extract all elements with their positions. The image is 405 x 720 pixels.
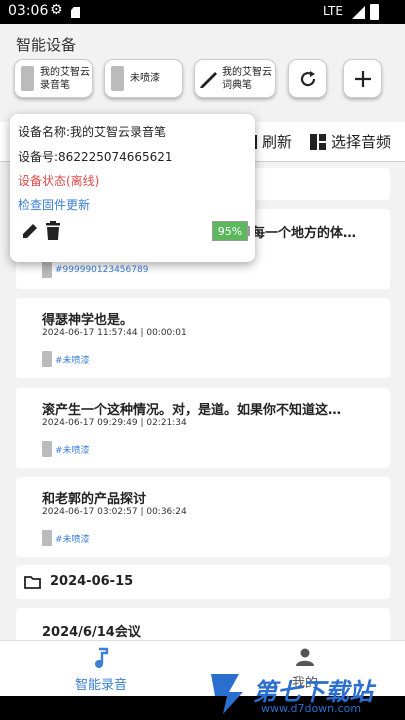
recording-tag[interactable]: #未喷漆 bbox=[42, 351, 90, 367]
section-title: 智能设备 bbox=[16, 36, 77, 54]
grid-icon bbox=[310, 133, 326, 150]
device-button-recorder[interactable]: 我的艾智云录音笔 bbox=[14, 59, 93, 98]
status-time: 03:06 bbox=[8, 3, 49, 19]
add-device-button[interactable] bbox=[343, 59, 382, 98]
person-icon bbox=[296, 648, 314, 666]
recording-title: 得瑟神学也是。 bbox=[42, 313, 134, 328]
device-name-text: 设备名称:我的艾智云录音笔 bbox=[18, 125, 167, 139]
recording-meta: 2024-06-17 03:02:57 | 00:36:24 bbox=[42, 507, 187, 517]
device-label: 我的艾智云词典笔 bbox=[222, 66, 272, 91]
tag-label: #未喷漆 bbox=[55, 534, 90, 545]
recording-title: 2024/6/14会议 bbox=[42, 625, 141, 640]
select-audio-label: 选择音频 bbox=[331, 133, 392, 151]
device-tag-icon bbox=[42, 351, 52, 367]
tag-label: #999990123456789 bbox=[55, 265, 149, 275]
recording-meta: 2024-06-17 11:57:44 | 00:00:01 bbox=[42, 328, 187, 338]
tab-label: 智能录音 bbox=[74, 678, 127, 693]
watermark-mark-icon bbox=[211, 674, 243, 714]
watermark-url: www.d7down.com bbox=[261, 702, 362, 715]
battery-indicator: 95% bbox=[212, 221, 248, 241]
firmware-update-link[interactable]: 检查固件更新 bbox=[18, 196, 90, 213]
device-label: 未喷漆 bbox=[130, 73, 160, 84]
refresh-label: 刷新 bbox=[262, 133, 293, 151]
tag-label: #未喷漆 bbox=[55, 355, 90, 366]
gear-icon: ⚙ bbox=[50, 2, 63, 18]
battery-cap bbox=[248, 226, 250, 236]
list-item[interactable]: 滚产生一个这种情况。对，是道。如果你不知道这… 2024-06-17 09:29… bbox=[16, 388, 390, 468]
network-type: LTE bbox=[323, 4, 343, 18]
device-button-unpainted[interactable]: 未喷漆 bbox=[104, 59, 183, 98]
pen-icon bbox=[200, 71, 217, 88]
plus-icon bbox=[354, 70, 371, 87]
recorder-device-icon bbox=[21, 66, 34, 91]
date-group-label: 2024-06-15 bbox=[50, 574, 134, 589]
folder-icon bbox=[24, 576, 41, 589]
status-bar: 03:06 ⚙ LTE bbox=[0, 0, 405, 24]
device-status-text: 设备状态(离线) bbox=[18, 174, 100, 188]
delete-icon[interactable] bbox=[44, 221, 62, 241]
refresh-icon bbox=[300, 70, 315, 86]
recording-tag[interactable]: #未喷漆 bbox=[42, 530, 90, 546]
watermark-logo: 第七下载站 www.d7down.com bbox=[205, 668, 405, 720]
device-tag-icon bbox=[42, 441, 52, 457]
device-tag-icon bbox=[42, 262, 52, 278]
recording-title: 每一个地方的体… bbox=[252, 226, 357, 241]
device-id-text: 设备号:862225074665621 bbox=[18, 150, 173, 164]
list-item[interactable]: 得瑟神学也是。 2024-06-17 11:57:44 | 00:00:01 #… bbox=[16, 298, 390, 378]
music-note-icon bbox=[95, 647, 109, 668]
device-label: 我的艾智云录音笔 bbox=[40, 66, 90, 91]
recording-meta: 2024-06-17 09:29:49 | 02:21:34 bbox=[42, 418, 187, 428]
recorder-device-icon bbox=[111, 66, 124, 91]
recording-tag[interactable]: #未喷漆 bbox=[42, 441, 90, 457]
list-item[interactable]: 和老郭的产品探讨 2024-06-17 03:02:57 | 00:36:24 … bbox=[16, 477, 390, 557]
recording-tag[interactable]: #999990123456789 bbox=[42, 262, 148, 278]
tag-label: #未喷漆 bbox=[55, 445, 90, 456]
edit-icon[interactable] bbox=[20, 221, 40, 241]
sd-card-icon bbox=[71, 7, 80, 18]
battery-icon bbox=[370, 4, 379, 20]
recording-title: 滚产生一个这种情况。对，是道。如果你不知道这… bbox=[42, 403, 342, 418]
device-button-dictionary-pen[interactable]: 我的艾智云词典笔 bbox=[194, 59, 276, 98]
tab-smart-recording[interactable]: 智能录音 bbox=[36, 647, 166, 693]
refresh-devices-button[interactable] bbox=[288, 59, 327, 98]
select-audio-button[interactable]: 选择音频 bbox=[309, 131, 391, 152]
signal-icon bbox=[352, 6, 365, 19]
device-tag-icon bbox=[42, 530, 52, 546]
date-group-header[interactable]: 2024-06-15 bbox=[16, 565, 390, 599]
device-info-popup: 设备名称:我的艾智云录音笔 设备号:862225074665621 设备状态(离… bbox=[10, 114, 255, 262]
recording-title: 和老郭的产品探讨 bbox=[42, 492, 147, 507]
